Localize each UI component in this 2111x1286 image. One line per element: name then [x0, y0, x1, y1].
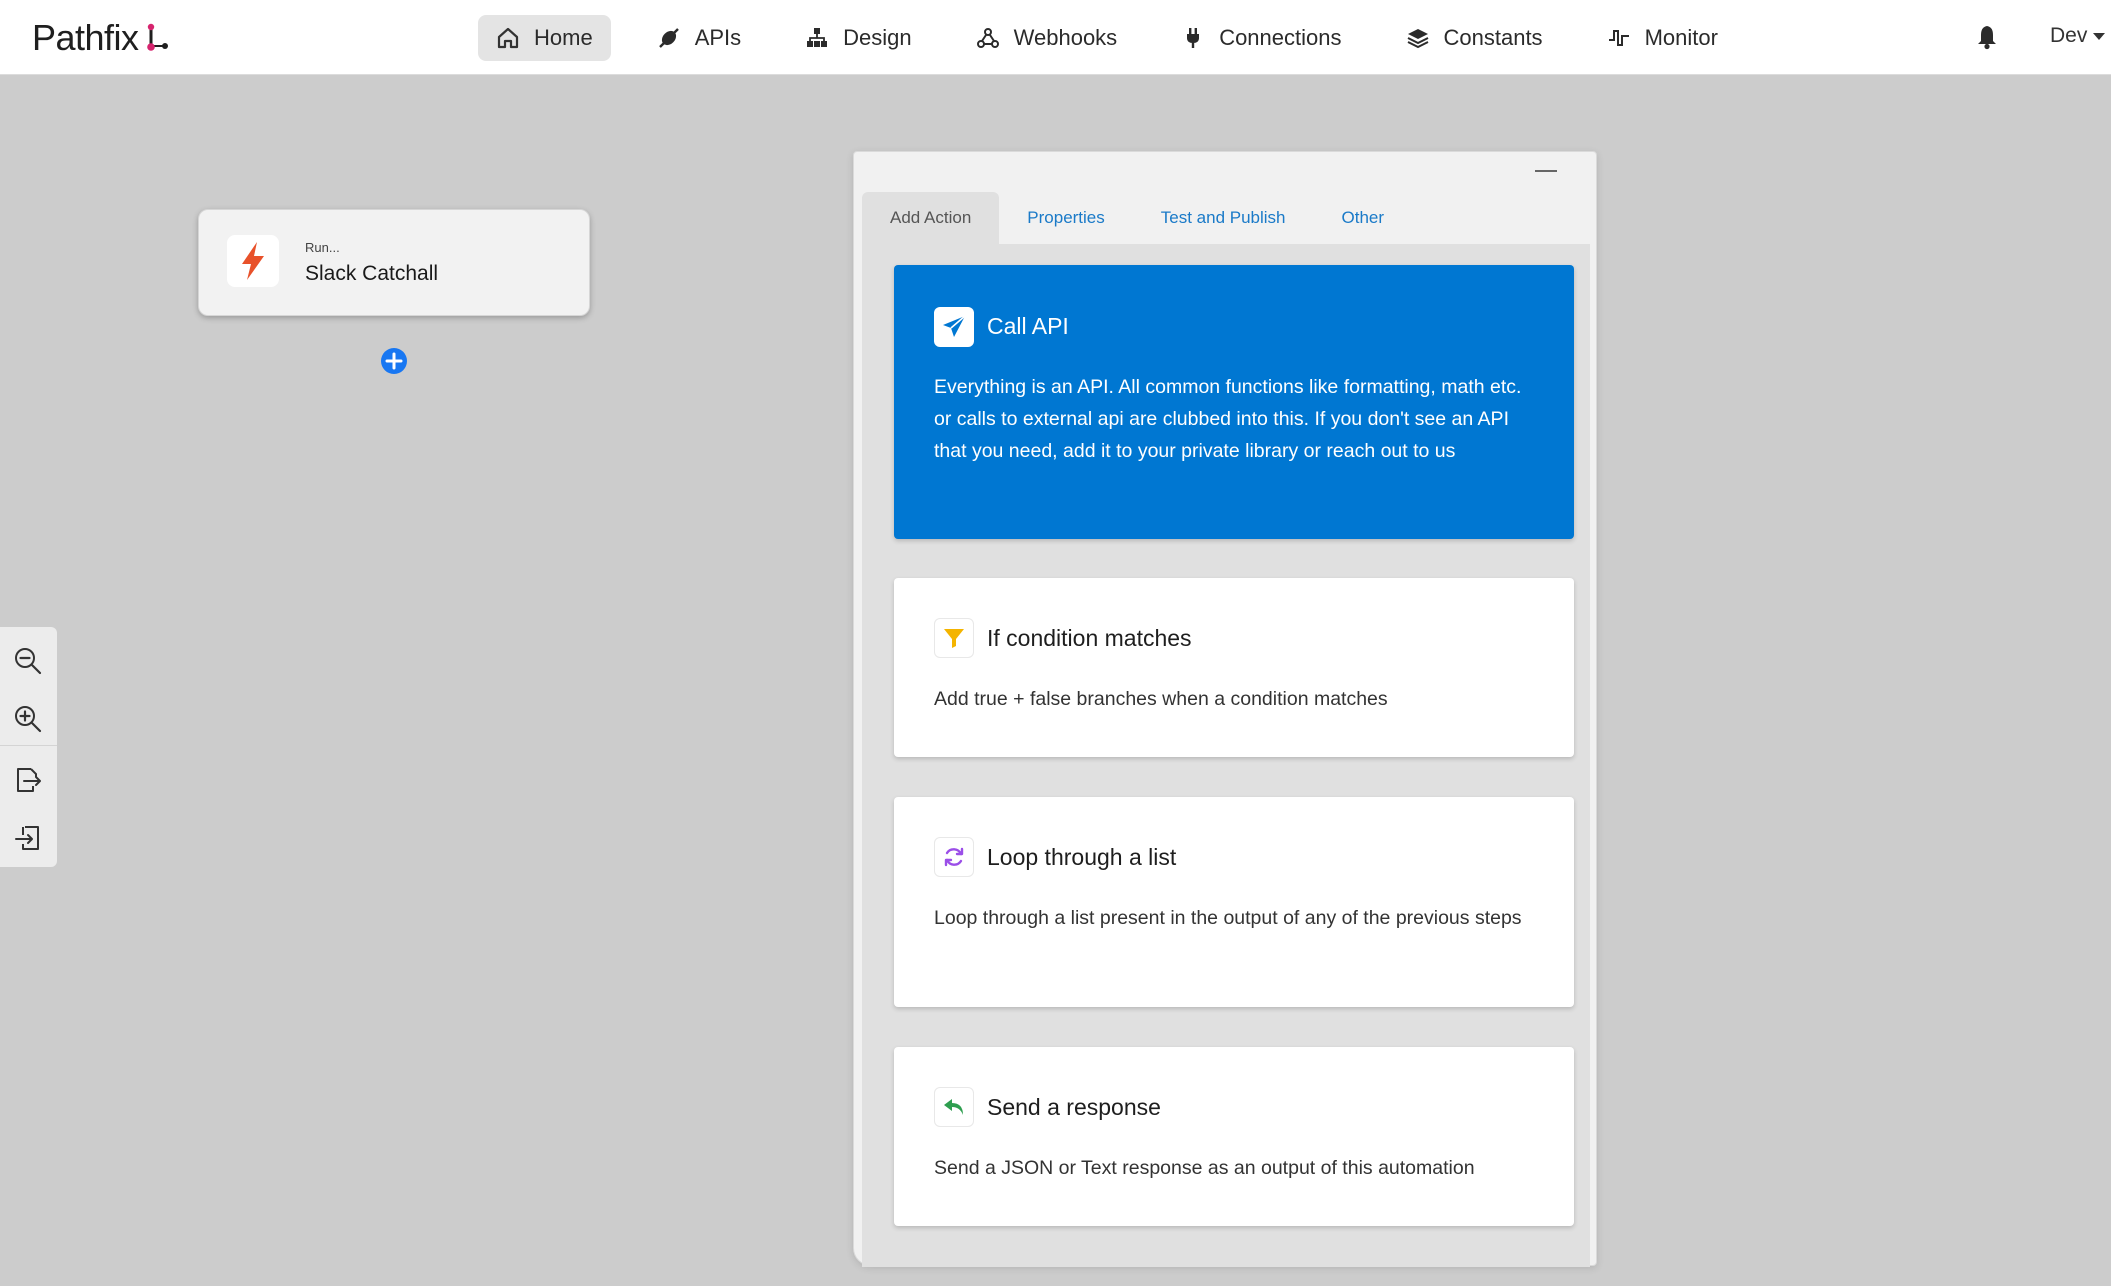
nav-label: Monitor	[1644, 25, 1718, 50]
node-title: Slack Catchall	[305, 262, 439, 285]
zoom-in-icon	[15, 706, 42, 733]
card-description: Loop through a list present in the outpu…	[934, 907, 1522, 929]
send-response-card[interactable]: Send a response Send a JSON or Text resp…	[894, 1047, 1574, 1226]
nav-item-apis[interactable]: APIs	[639, 15, 759, 61]
card-description: Add true + false branches when a conditi…	[934, 688, 1388, 710]
refresh-icon	[934, 837, 974, 877]
environment-dropdown[interactable]: Dev	[2050, 24, 2106, 48]
add-step-button[interactable]	[380, 347, 408, 375]
nav-item-constants[interactable]: Constants	[1388, 15, 1561, 61]
layers-icon	[1407, 29, 1428, 49]
logo-mark-icon	[146, 23, 168, 51]
nav-label: Webhooks	[1013, 25, 1118, 50]
card-description: Everything is an API. All common functio…	[934, 376, 1522, 462]
node-subtitle: Run...	[305, 240, 340, 255]
zoom-in-button[interactable]	[6, 697, 50, 741]
toolbar-divider	[0, 745, 57, 746]
card-title: Loop through a list	[987, 844, 1177, 870]
export-icon	[17, 768, 41, 792]
plug-icon	[658, 28, 679, 48]
paper-plane-icon	[934, 307, 974, 347]
zoom-out-icon	[15, 648, 42, 675]
reply-icon	[934, 1087, 974, 1127]
tab-add-action[interactable]: Add Action	[862, 192, 1000, 244]
nav-item-webhooks[interactable]: Webhooks	[958, 15, 1136, 61]
bell-icon[interactable]	[1975, 24, 1999, 50]
environment-label: Dev	[2050, 24, 2088, 47]
nav-item-monitor[interactable]: Monitor	[1589, 15, 1736, 61]
home-icon	[497, 27, 519, 49]
top-navbar: Pathfix Home APIs Design Webhooks Connec…	[0, 0, 2111, 75]
canvas-toolbar	[0, 627, 57, 867]
main-nav: Home APIs Design Webhooks Connections Co…	[478, 15, 1764, 61]
card-title: Call API	[987, 313, 1069, 339]
zoom-out-button[interactable]	[6, 639, 50, 683]
filter-icon	[934, 618, 974, 658]
call-api-card[interactable]: Call API Everything is an API. All commo…	[894, 265, 1574, 539]
logo-text: Pathfix	[32, 17, 139, 58]
nav-label: APIs	[694, 25, 742, 50]
trigger-node[interactable]: Run... Slack Catchall	[198, 209, 590, 316]
export-button[interactable]	[6, 758, 50, 802]
tab-test-and-publish[interactable]: Test and Publish	[1133, 192, 1314, 244]
nav-label: Constants	[1443, 25, 1543, 50]
webhook-icon	[976, 28, 999, 48]
card-description: Send a JSON or Text response as an outpu…	[934, 1157, 1475, 1179]
tab-properties[interactable]: Properties	[999, 192, 1132, 244]
panel-tabs: Add Action Properties Test and Publish O…	[862, 192, 1412, 244]
card-title: Send a response	[987, 1094, 1161, 1120]
nav-item-home[interactable]: Home	[478, 15, 611, 61]
panel-body: Call API Everything is an API. All commo…	[862, 244, 1590, 1267]
nav-item-connections[interactable]: Connections	[1163, 15, 1359, 61]
import-button[interactable]	[6, 816, 50, 860]
pathfix-logo[interactable]: Pathfix	[32, 16, 171, 60]
card-title: If condition matches	[987, 625, 1192, 651]
import-icon	[15, 826, 39, 850]
tab-other[interactable]: Other	[1314, 192, 1413, 244]
action-panel: Add Action Properties Test and Publish O…	[853, 151, 1597, 1267]
nav-item-design[interactable]: Design	[787, 15, 929, 61]
lightning-bolt-icon	[227, 235, 279, 287]
nav-label: Design	[843, 25, 912, 50]
sitemap-icon	[807, 28, 828, 47]
nav-label: Connections	[1219, 25, 1342, 50]
minimize-panel-button[interactable]	[1535, 170, 1557, 172]
pulse-icon	[1608, 30, 1629, 46]
if-condition-card[interactable]: If condition matches Add true + false br…	[894, 578, 1574, 757]
caret-down-icon	[2093, 32, 2106, 40]
nav-label: Home	[534, 25, 593, 50]
power-plug-icon	[1187, 28, 1200, 48]
loop-card[interactable]: Loop through a list Loop through a list …	[894, 797, 1574, 1007]
